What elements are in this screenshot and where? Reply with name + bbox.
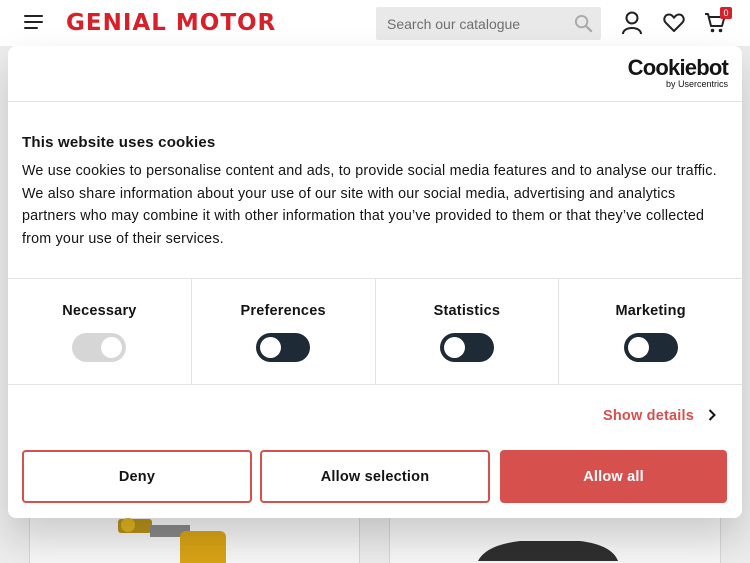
dialog-title: This website uses cookies	[22, 134, 216, 151]
search-icon[interactable]	[574, 14, 593, 38]
category-statistics: Statistics	[376, 278, 560, 384]
category-label: Statistics	[433, 303, 501, 319]
site-header: GENIAL MOTOR Search our catalogue 0	[0, 0, 750, 46]
category-label: Necessary	[62, 303, 137, 319]
site-logo[interactable]: GENIAL MOTOR	[66, 9, 276, 37]
cart-count-badge: 0	[720, 7, 732, 19]
divider	[8, 384, 742, 385]
show-details-label: Show details	[602, 408, 694, 424]
heart-icon[interactable]	[663, 13, 685, 38]
allow-all-button[interactable]: Allow all	[500, 450, 727, 503]
divider	[8, 101, 742, 102]
menu-icon[interactable]	[24, 15, 43, 31]
category-preferences: Preferences	[192, 278, 376, 384]
cookiebot-logo[interactable]: Cookiebot by Usercentrics	[627, 55, 729, 90]
category-marketing: Marketing	[559, 278, 742, 384]
search-placeholder: Search our catalogue	[387, 16, 521, 32]
preferences-toggle[interactable]	[256, 333, 311, 362]
consent-categories: Necessary Preferences Statistics Marketi…	[8, 278, 742, 384]
marketing-toggle[interactable]	[623, 333, 678, 362]
user-icon[interactable]	[621, 11, 643, 40]
necessary-toggle	[72, 333, 127, 362]
dialog-body-text: We use cookies to personalise content an…	[22, 163, 717, 247]
category-label: Preferences	[240, 303, 326, 319]
logo-part-1: GENIAL	[66, 10, 167, 36]
chevron-right-icon	[708, 408, 716, 424]
search-input[interactable]: Search our catalogue	[376, 7, 601, 40]
cookie-consent-dialog: Cookiebot by Usercentrics This website u…	[8, 46, 742, 518]
cookiebot-name: Cookiebot	[627, 55, 729, 80]
category-necessary: Necessary	[8, 278, 192, 384]
logo-part-2: MOTOR	[175, 10, 277, 36]
allow-selection-button[interactable]: Allow selection	[260, 450, 490, 503]
deny-button[interactable]: Deny	[22, 450, 252, 503]
statistics-toggle[interactable]	[439, 333, 494, 362]
category-label: Marketing	[615, 303, 686, 319]
cookiebot-subtitle: by Usercentrics	[665, 79, 728, 89]
show-details-link[interactable]: Show details	[603, 408, 716, 424]
